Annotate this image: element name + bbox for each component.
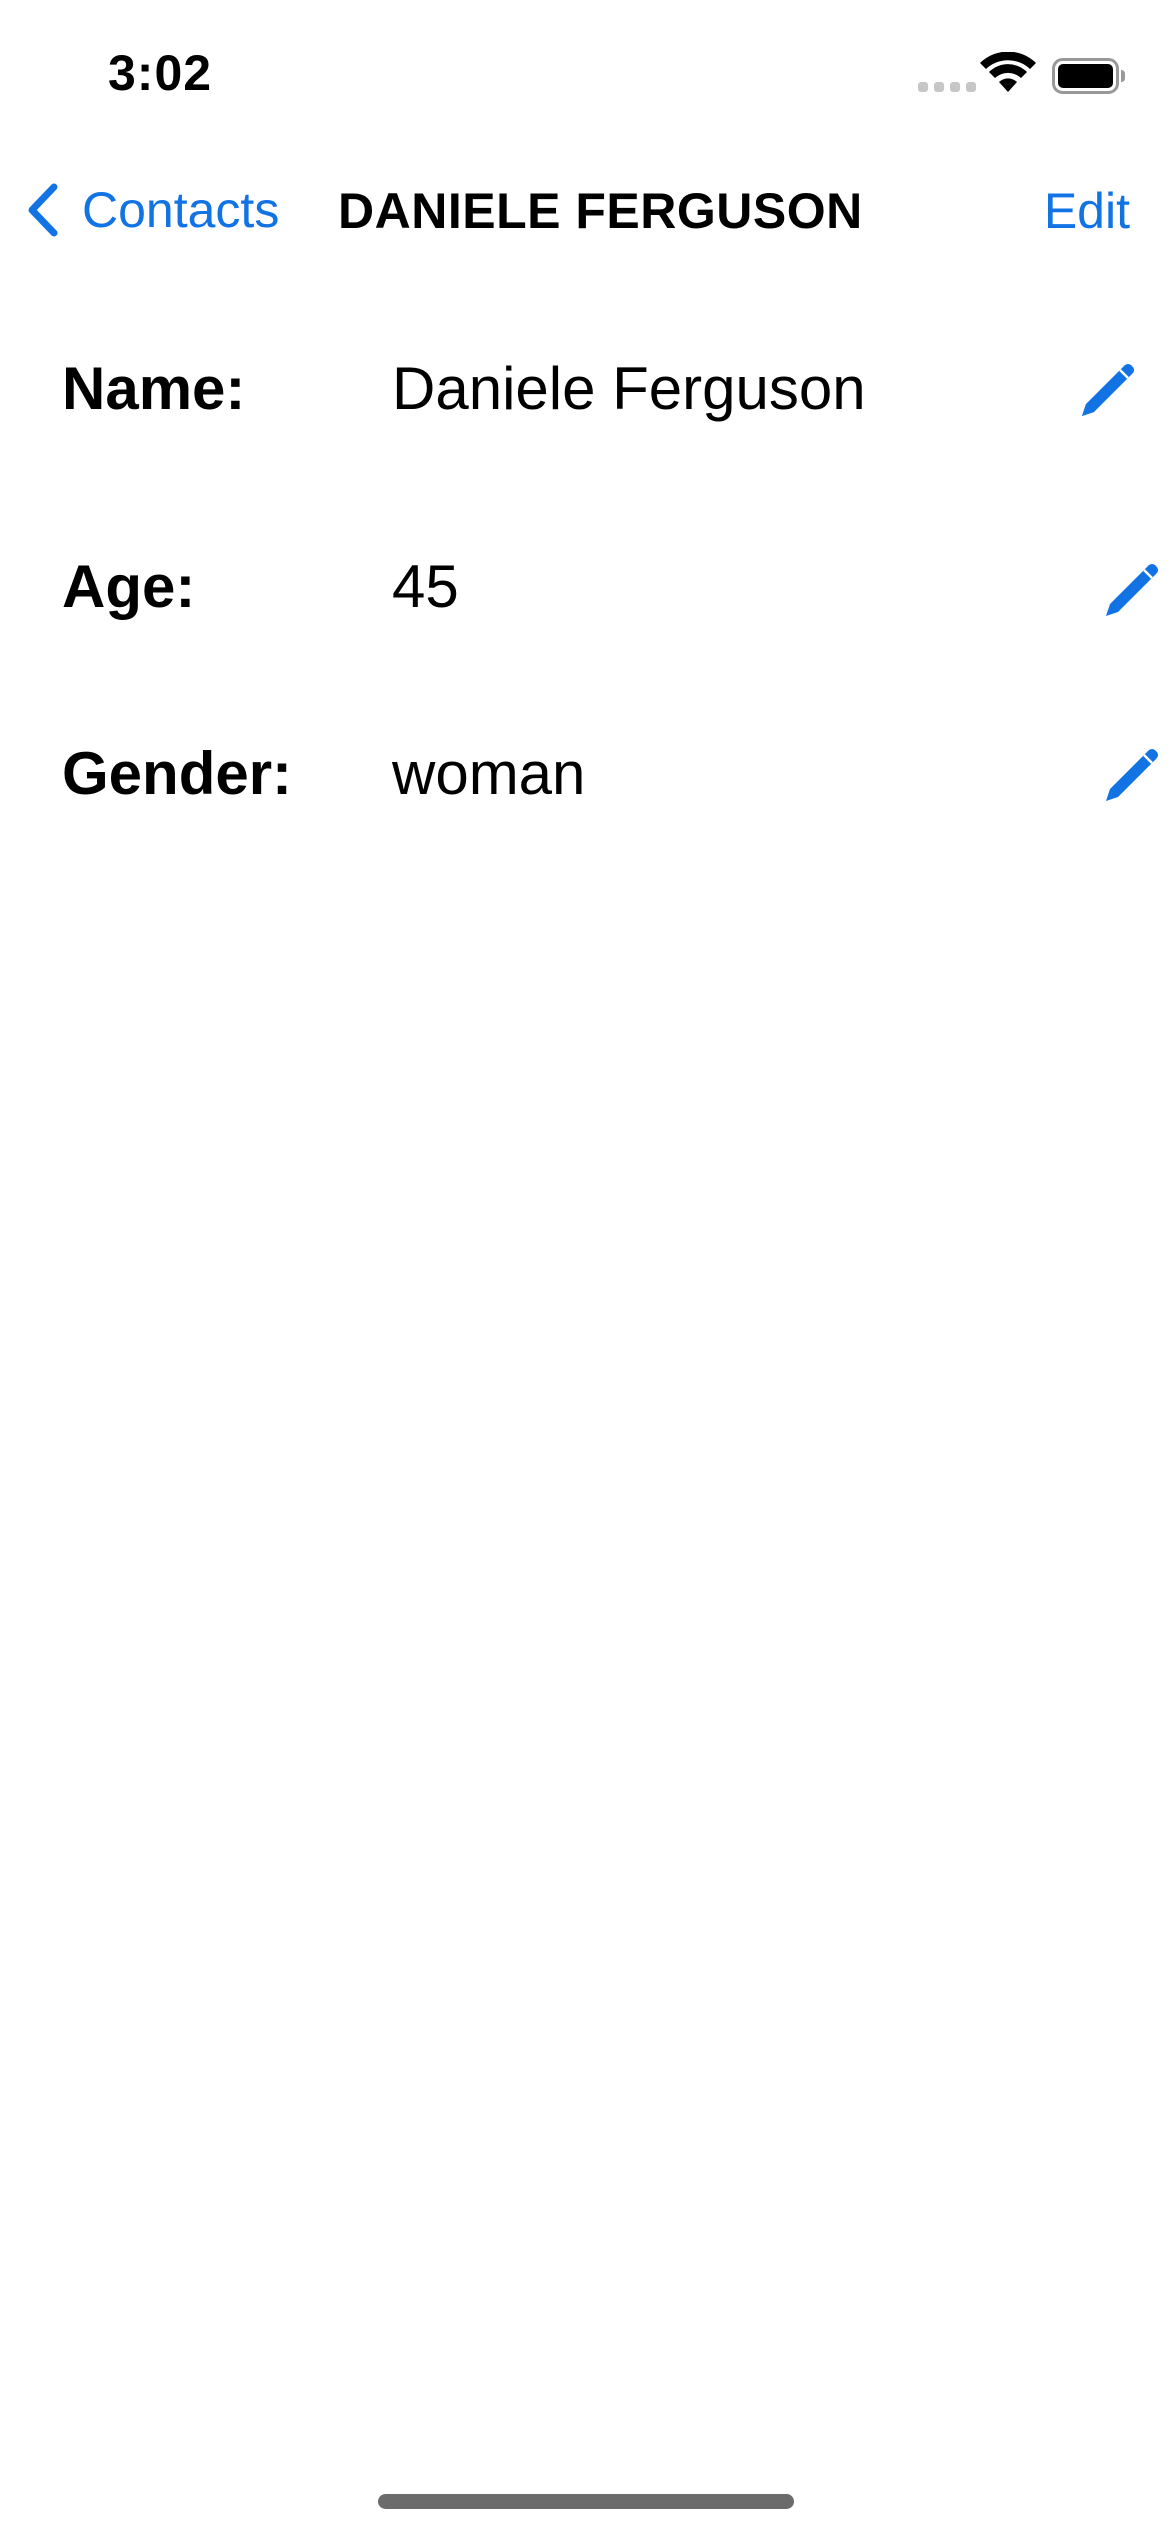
edit-age-button[interactable] [1102,560,1162,620]
page-title: DANIELE FERGUSON [338,183,863,239]
status-time: 3:02 [108,45,213,101]
back-button-label: Contacts [82,182,280,238]
pencil-icon [1082,364,1134,416]
chevron-left-icon [28,183,58,237]
wifi-icon [980,52,1036,92]
edit-name-button[interactable] [1078,360,1138,420]
navigation-bar: Contacts DANIELE FERGUSON Edit [0,160,1170,260]
back-button[interactable]: Contacts [26,174,279,246]
home-indicator[interactable] [378,2494,794,2509]
gender-value: woman [392,740,586,807]
status-bar: 3:02 [0,0,1170,150]
age-row: Age: 45 [0,528,1170,638]
name-value: Daniele Ferguson [392,355,866,422]
edit-gender-button[interactable] [1102,745,1162,805]
gender-label: Gender: [62,740,293,807]
edit-button[interactable]: Edit [1044,182,1130,240]
pencil-icon [1106,564,1158,616]
age-label: Age: [62,553,196,620]
age-value: 45 [392,553,459,620]
pencil-icon [1106,749,1158,801]
battery-icon [1052,58,1125,94]
cell-signal-icon [918,82,976,92]
gender-row: Gender: woman [0,715,1170,825]
name-row: Name: Daniele Ferguson [0,330,1170,440]
name-label: Name: [62,355,246,422]
